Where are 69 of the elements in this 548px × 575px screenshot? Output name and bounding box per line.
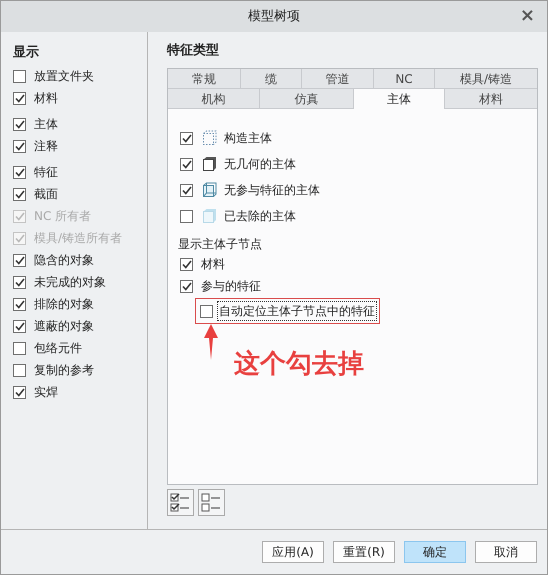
checkbox[interactable]: [13, 188, 26, 200]
close-button[interactable]: ×: [520, 7, 535, 25]
checkbox-label: 自动定位主体子节点中的特征: [218, 302, 376, 320]
checkbox-label: 特征: [34, 164, 58, 181]
checkbox[interactable]: [13, 166, 26, 178]
checkbox[interactable]: [13, 386, 26, 398]
checkbox-label: 注释: [34, 138, 58, 155]
checkbox[interactable]: [13, 254, 26, 266]
checkbox-label: 参与的特征: [201, 278, 261, 295]
uncheck-all-button[interactable]: [198, 489, 225, 516]
checkbox[interactable]: [13, 70, 26, 82]
tab[interactable]: 材料: [444, 89, 537, 109]
checkbox[interactable]: [13, 92, 26, 104]
section-heading: 显示: [13, 44, 40, 62]
checkbox[interactable]: [13, 118, 26, 130]
checkbox[interactable]: [180, 132, 193, 144]
checkbox-label: 材料: [34, 90, 58, 107]
checkbox-label: 模具/铸造所有者: [34, 230, 122, 247]
uncheck-all-icon: [201, 493, 222, 512]
checkbox-label: 主体: [34, 116, 58, 133]
checkbox-label: 未完成的对象: [34, 274, 106, 291]
section-label: 显示主体子节点: [178, 236, 262, 253]
checkbox-label: 材料: [201, 256, 225, 273]
checkbox[interactable]: [13, 320, 26, 332]
checkbox-label: 遮蔽的对象: [34, 318, 94, 335]
tab[interactable]: 常规: [168, 69, 240, 89]
tab[interactable]: 缆: [240, 69, 301, 89]
tab[interactable]: 仿真: [259, 89, 353, 109]
checkbox[interactable]: [180, 158, 193, 170]
window-title: 模型树项: [248, 8, 300, 26]
checkbox-label: 包络元件: [34, 340, 82, 357]
check-all-button[interactable]: [167, 489, 194, 516]
checkbox-label: 无几何的主体: [224, 156, 296, 173]
cube-icon: [202, 156, 218, 172]
checkbox[interactable]: [13, 364, 26, 376]
checkbox[interactable]: [13, 276, 26, 288]
tab[interactable]: 管道: [301, 69, 373, 89]
section-heading: 特征类型: [167, 42, 220, 60]
checkbox[interactable]: [200, 304, 213, 318]
arrow-icon: [204, 324, 218, 360]
dialog-button[interactable]: 应用(A): [262, 541, 324, 563]
checkbox[interactable]: [13, 342, 26, 354]
checkbox-label: NC 所有者: [34, 208, 92, 225]
checkbox-label: 无参与特征的主体: [224, 182, 320, 199]
checkbox-label: 构造主体: [224, 130, 272, 147]
tab[interactable]: 机构: [168, 89, 259, 109]
checkbox-label: 放置文件夹: [34, 68, 94, 85]
tab[interactable]: NC: [373, 69, 434, 89]
dialog-button[interactable]: 确定: [404, 541, 466, 563]
checkbox[interactable]: [13, 140, 26, 152]
checkbox-label: 隐含的对象: [34, 252, 94, 269]
checkbox[interactable]: [180, 210, 193, 222]
dialog-button[interactable]: 重置(R): [333, 541, 395, 563]
checkbox-label: 复制的参考: [34, 362, 94, 379]
checkbox-label: 排除的对象: [34, 296, 94, 313]
check-all-icon: [170, 493, 191, 512]
checkbox-label: 截面: [34, 186, 58, 203]
checkbox[interactable]: [180, 184, 193, 196]
checkbox[interactable]: [13, 298, 26, 310]
checkbox[interactable]: [180, 280, 193, 292]
checkbox[interactable]: [180, 258, 193, 270]
cube-icon: [202, 182, 218, 198]
checkbox-label: 已去除的主体: [224, 208, 296, 225]
dialog-button[interactable]: 取消: [475, 541, 537, 563]
checkbox-label: 实焊: [34, 384, 58, 401]
cube-icon: [202, 208, 218, 224]
tab[interactable]: 模具/铸造: [434, 69, 537, 89]
annotation-text: 这个勾去掉: [234, 348, 364, 380]
cube-icon: [202, 130, 218, 146]
